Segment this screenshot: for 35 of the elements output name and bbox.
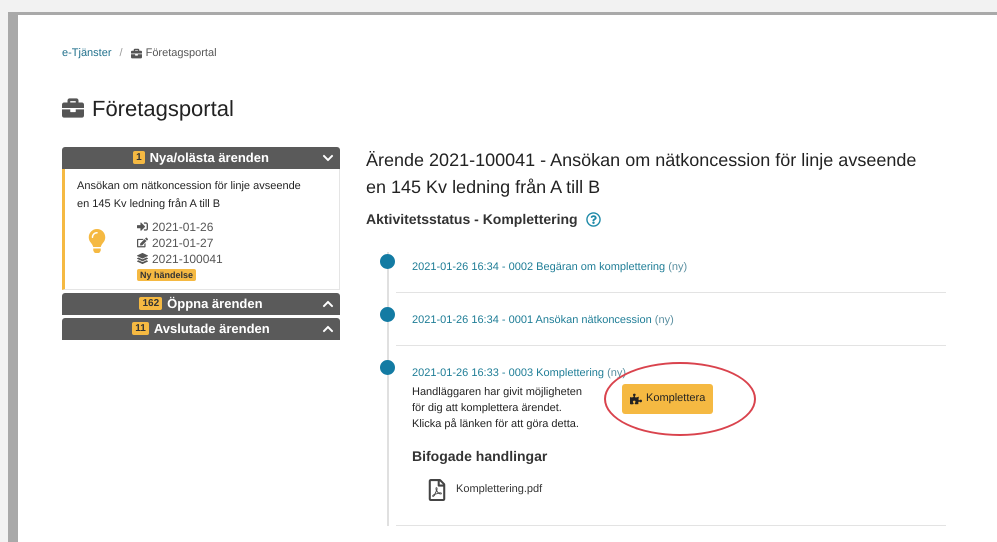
received-date: 2021-01-26 <box>152 218 214 234</box>
case-title: Ärende 2021-100041 - Ansökan om nätkoncession för linje avseende en 145 Kv ledning från A till B <box>366 148 918 199</box>
event-description: Klicka på länken för att göra detta. <box>412 416 580 432</box>
status-heading: Aktivitetsstatus - Komplettering <box>366 210 578 229</box>
case-number: 2021-100041 <box>152 250 223 266</box>
new-event-badge: Ny händelse <box>137 268 196 280</box>
breadcrumb-separator: / <box>120 46 123 61</box>
attachments-heading: Bifogade handlingar <box>412 446 548 466</box>
breadcrumb-current: Företagsportal <box>146 46 217 61</box>
panel-header[interactable]: 1 Nya/olästa ärenden <box>62 146 340 168</box>
event-link[interactable]: 2021-01-26 16:34 - 0001 Ansökan nätkoncession (ny) <box>412 314 674 326</box>
edit-icon <box>137 237 148 248</box>
supplement-button[interactable]: Komplettera <box>622 384 714 414</box>
layers-icon <box>137 253 148 264</box>
breadcrumb-link[interactable]: e-Tjänster <box>62 45 112 62</box>
count-badge: 1 <box>133 151 145 164</box>
briefcase-icon <box>130 48 142 59</box>
case-card[interactable]: Ansökan om nätkoncession för linje avseende en 145 Kv ledning från A till B 2021-01-26 2021-01-27 2021-100041 Ny händelse <box>62 168 340 290</box>
briefcase-icon <box>62 97 84 119</box>
pdf-file-icon <box>426 478 448 500</box>
sign-in-icon <box>137 221 148 232</box>
panel-header[interactable]: 162 Öppna ärenden <box>62 292 340 314</box>
event-description: Handläggaren har givit möjligheten <box>412 384 582 400</box>
page-title: Företagsportal <box>92 94 234 123</box>
count-badge: 162 <box>139 297 162 310</box>
edited-date: 2021-01-27 <box>152 234 214 250</box>
panel-header[interactable]: 11 Avslutade ärenden <box>62 318 340 340</box>
attachment-link[interactable]: Komplettering.pdf <box>456 481 542 498</box>
puzzle-icon <box>630 392 642 404</box>
count-badge: 11 <box>132 322 149 335</box>
event-link[interactable]: 2021-01-26 16:34 - 0002 Begäran om komplettering (ny) <box>412 260 688 272</box>
event-link[interactable]: 2021-01-26 16:33 - 0003 Komplettering (ny) <box>412 366 626 378</box>
event-description: för dig att komplettera ärendet. <box>412 400 563 416</box>
case-card-title: Ansökan om nätkoncession för linje avseende en 145 Kv ledning från A till B <box>77 178 302 212</box>
help-icon[interactable] <box>586 212 601 226</box>
